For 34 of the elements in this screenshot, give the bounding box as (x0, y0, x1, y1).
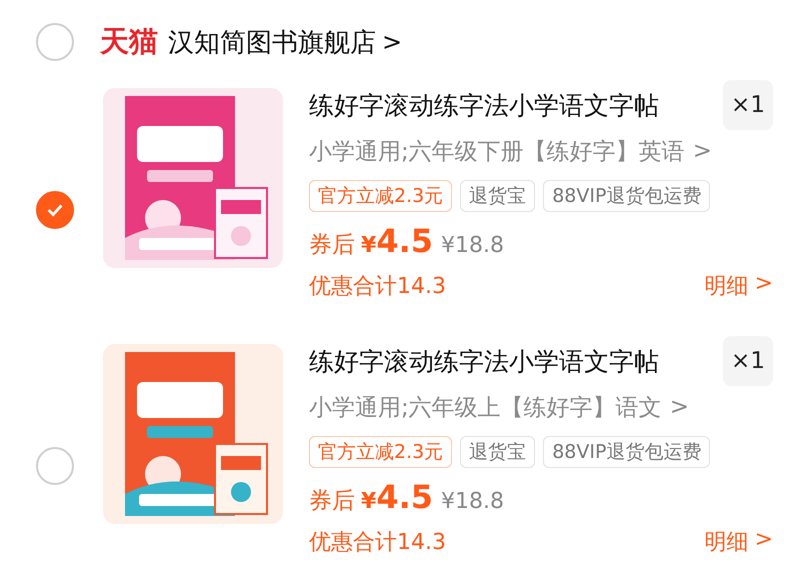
discount-total: 优惠合计14.3 (309, 529, 446, 557)
details-arrow[interactable]: > (754, 271, 773, 301)
quantity-button[interactable]: ×1 (723, 80, 773, 130)
select-radio[interactable] (36, 191, 74, 229)
currency-symbol: ¥ (361, 233, 376, 258)
quantity-button[interactable]: ×1 (723, 336, 773, 386)
store-logo: 天猫 (100, 23, 158, 60)
price: 4.5 (376, 222, 433, 260)
store-arrow[interactable]: > (382, 28, 402, 56)
currency-symbol: ¥ (361, 489, 376, 514)
service-tag: 退货宝 (460, 180, 536, 212)
service-tag: 官方立减2.3元 (309, 180, 452, 212)
spec-arrow[interactable]: > (670, 394, 690, 420)
product-spec[interactable]: 小学通用;六年级上【练好字】语文 (309, 392, 662, 422)
service-tag: 88VIP退货包运费 (543, 436, 710, 468)
service-tag: 退货宝 (460, 436, 536, 468)
original-price: ¥18.8 (441, 233, 504, 258)
service-tag: 官方立减2.3元 (309, 436, 452, 468)
discount-total: 优惠合计14.3 (309, 273, 446, 301)
select-radio[interactable] (36, 23, 74, 61)
store-name[interactable]: 汉知简图书旗舰店 (168, 24, 376, 60)
select-radio[interactable] (36, 447, 74, 485)
details-link[interactable]: 明细 (704, 527, 749, 557)
details-link[interactable]: 明细 (704, 271, 749, 301)
original-price: ¥18.8 (441, 489, 504, 514)
spec-arrow[interactable]: > (692, 138, 712, 164)
product-title[interactable]: 练好字滚动练字法小学语文字帖 (309, 344, 659, 378)
product-spec[interactable]: 小学通用;六年级下册【练好字】英语 (309, 136, 685, 166)
details-arrow[interactable]: > (754, 527, 773, 557)
price-label: 券后 (309, 487, 355, 516)
product-title[interactable]: 练好字滚动练字法小学语文字帖 (309, 88, 659, 122)
price: 4.5 (376, 478, 433, 516)
service-tag: 88VIP退货包运费 (543, 180, 710, 212)
price-label: 券后 (309, 231, 355, 260)
